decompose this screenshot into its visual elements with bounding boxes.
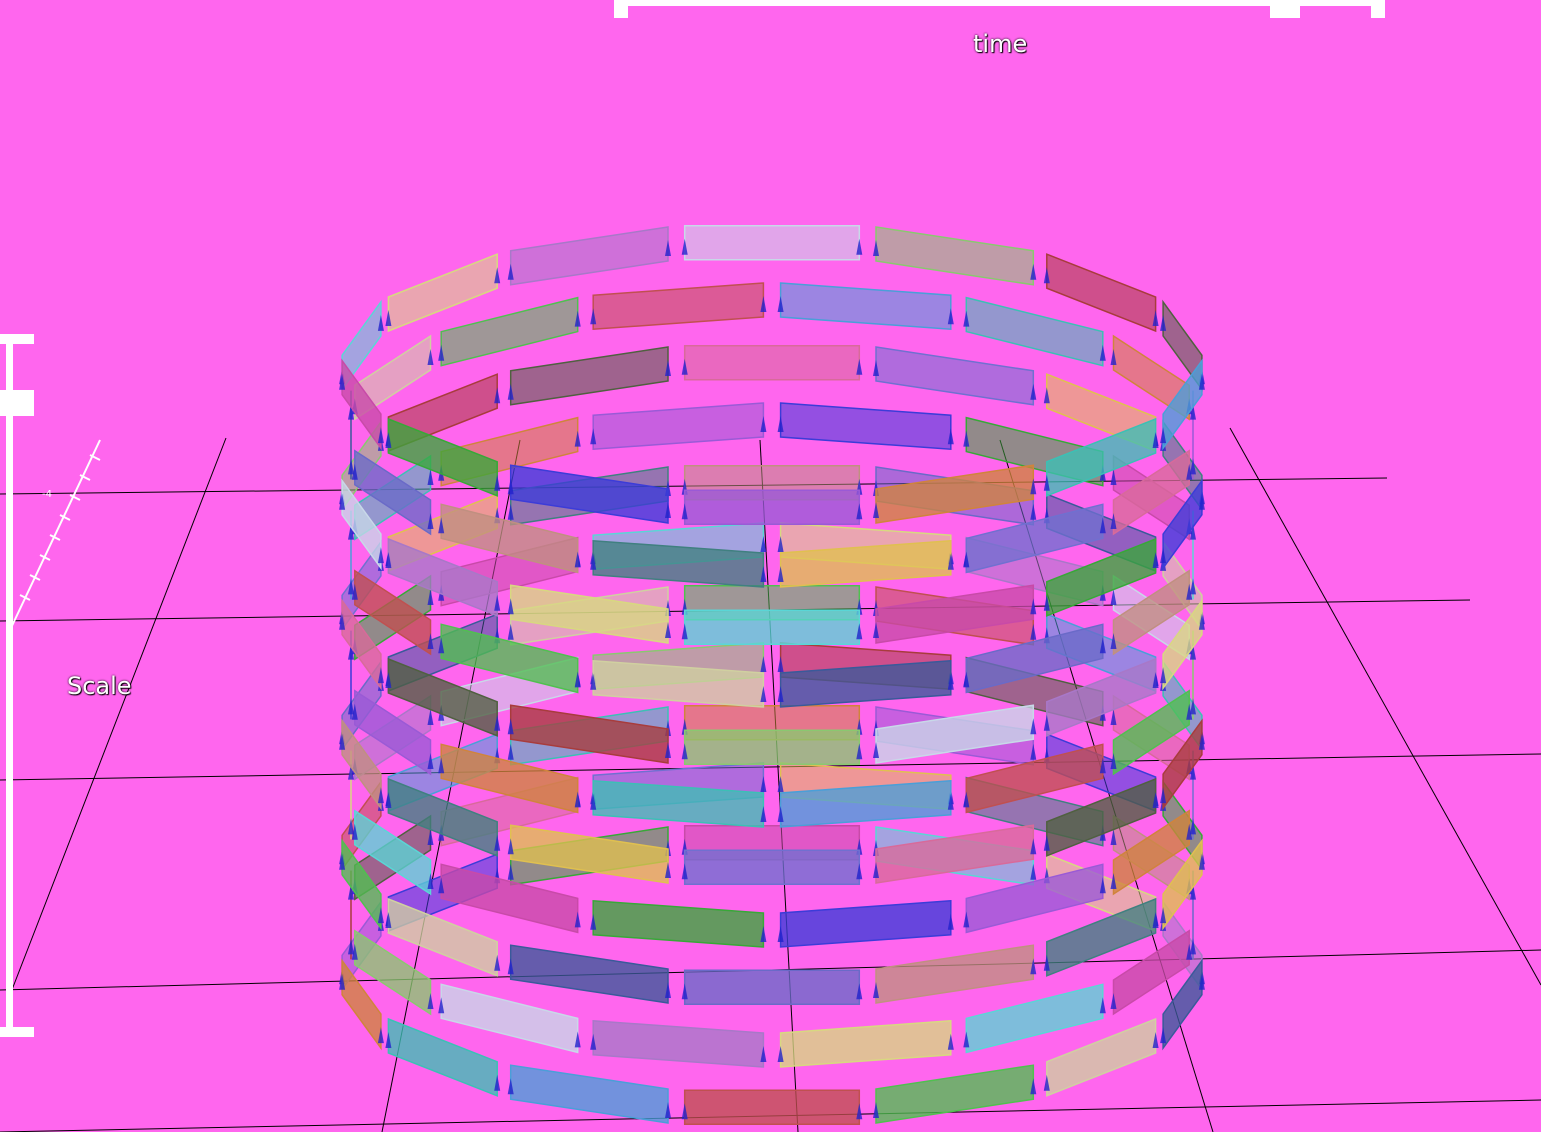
scale-slider-top-cap[interactable] — [0, 334, 34, 344]
tower-brick[interactable] — [683, 225, 861, 261]
scale-slider-track[interactable] — [6, 340, 13, 1032]
tower-brick[interactable] — [387, 1017, 498, 1097]
tower-brick[interactable] — [683, 1089, 861, 1125]
time-slider-label: time — [973, 30, 1028, 58]
tower-brick[interactable] — [875, 226, 1035, 286]
time-slider[interactable] — [614, 0, 1385, 18]
scale-slider[interactable] — [0, 334, 34, 1037]
tower-brick[interactable] — [592, 402, 765, 451]
tower-brick[interactable] — [440, 296, 579, 367]
tower-brick[interactable] — [387, 253, 498, 333]
tower-brick[interactable] — [779, 282, 952, 331]
tower-brick[interactable] — [683, 489, 861, 525]
tower-brick[interactable] — [592, 1019, 765, 1068]
tower-brick[interactable] — [683, 849, 861, 885]
tower-brick[interactable] — [965, 296, 1104, 367]
tower-brick[interactable] — [683, 969, 861, 1005]
time-slider-right-cap[interactable] — [1371, 0, 1385, 18]
time-slider-track[interactable] — [614, 0, 1385, 6]
ground-grid — [0, 427, 1541, 1132]
tower-brick[interactable] — [440, 983, 579, 1054]
scale-slider-handle[interactable] — [0, 390, 34, 416]
tower-brick[interactable] — [875, 944, 1035, 1004]
tower-brick[interactable] — [592, 282, 765, 331]
tower-brick[interactable] — [1046, 1017, 1157, 1097]
3d-viewport[interactable]: -4 — [0, 0, 1541, 1132]
block-tower[interactable] — [339, 225, 1205, 1125]
tower-brick[interactable] — [779, 402, 952, 451]
tower-brick[interactable] — [779, 899, 952, 948]
tower-brick[interactable] — [875, 346, 1035, 406]
tower-brick[interactable] — [779, 1019, 952, 1068]
tower-brick[interactable] — [509, 944, 669, 1004]
time-slider-left-cap[interactable] — [614, 0, 628, 18]
tower-brick[interactable] — [509, 1064, 669, 1124]
tower-brick[interactable] — [875, 1064, 1035, 1124]
axis-label: -4 — [42, 489, 52, 500]
tower-brick[interactable] — [1046, 253, 1157, 333]
scale-slider-bottom-cap[interactable] — [0, 1027, 34, 1037]
axis-ticks — [9, 439, 101, 631]
tower-brick[interactable] — [509, 346, 669, 406]
tower-brick[interactable] — [683, 345, 861, 381]
tower-brick[interactable] — [683, 729, 861, 765]
tower-brick[interactable] — [683, 609, 861, 645]
tower-brick[interactable] — [509, 226, 669, 286]
tower-brick[interactable] — [965, 983, 1104, 1054]
tower-brick[interactable] — [592, 899, 765, 948]
time-slider-handle[interactable] — [1270, 0, 1300, 18]
scale-slider-label: Scale — [67, 672, 132, 700]
